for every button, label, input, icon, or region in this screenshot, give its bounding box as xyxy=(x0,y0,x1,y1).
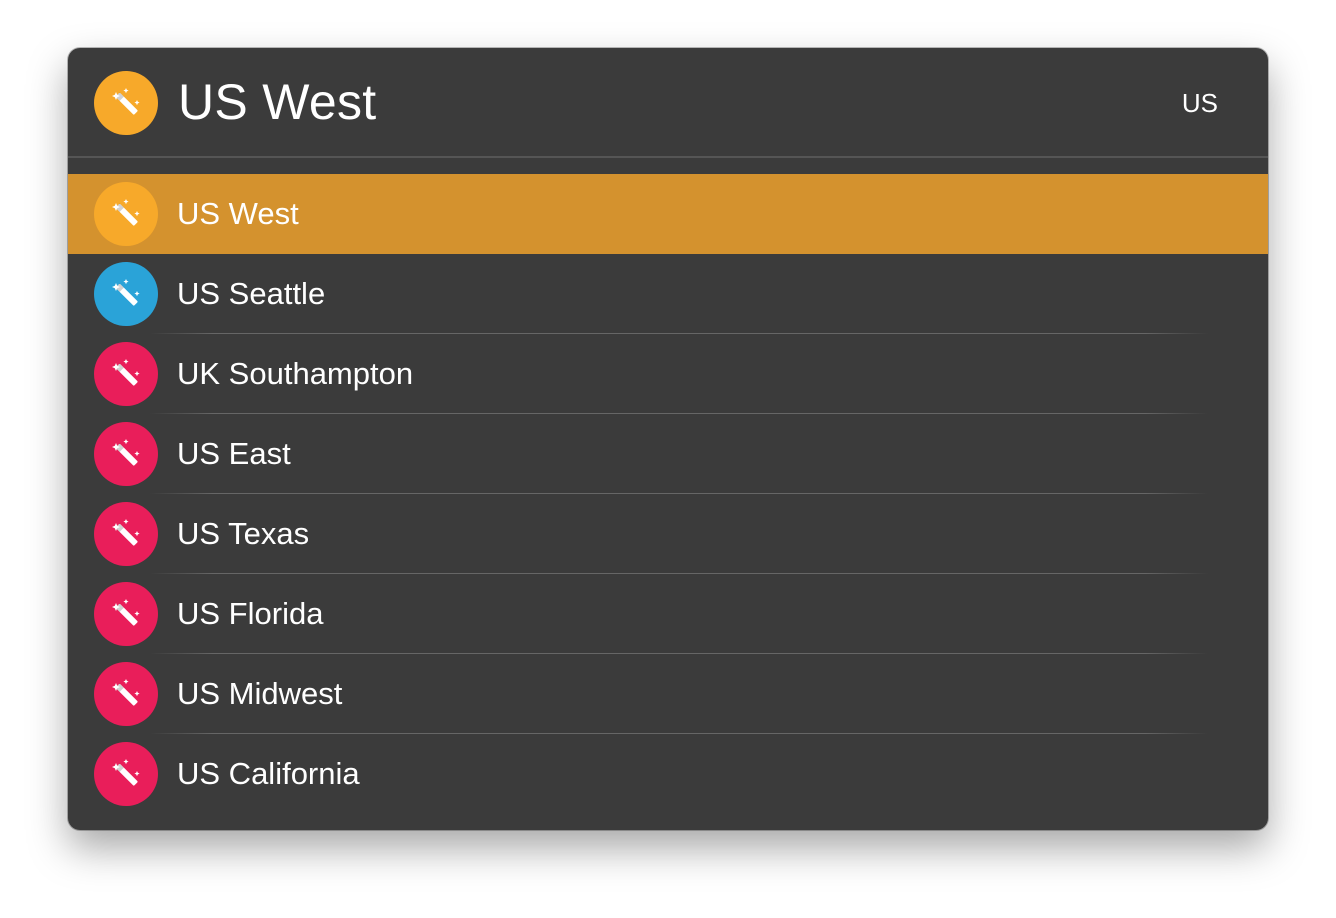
result-label: US Seattle xyxy=(177,276,326,311)
result-label: US East xyxy=(177,436,291,471)
result-row[interactable]: US East xyxy=(68,414,1268,494)
search-query-input[interactable]: US xyxy=(1182,86,1218,120)
magic-wand-icon xyxy=(94,262,158,326)
result-label: US Texas xyxy=(177,516,310,551)
result-row[interactable]: UK Southampton xyxy=(68,334,1268,414)
result-row[interactable]: US California xyxy=(68,734,1268,814)
result-row[interactable]: US Midwest xyxy=(68,654,1268,734)
result-label: US Midwest xyxy=(177,676,343,711)
result-label: UK Southampton xyxy=(177,356,414,391)
magic-wand-icon xyxy=(94,742,158,806)
result-row[interactable]: US Texas xyxy=(68,494,1268,574)
header-divider xyxy=(68,156,1268,158)
launcher-header: US West US xyxy=(68,48,1268,156)
magic-wand-icon xyxy=(94,71,158,135)
result-row[interactable]: US West xyxy=(68,174,1268,254)
result-label: US California xyxy=(177,756,360,791)
results-list: US West US Seattle UK Southampton US Eas… xyxy=(68,174,1268,814)
result-row[interactable]: US Seattle xyxy=(68,254,1268,334)
magic-wand-icon xyxy=(94,582,158,646)
magic-wand-icon xyxy=(94,342,158,406)
magic-wand-icon xyxy=(94,182,158,246)
selected-item-title: US West xyxy=(178,74,377,130)
result-label: US West xyxy=(177,196,299,231)
magic-wand-icon xyxy=(94,422,158,486)
launcher-window: US West US US West US Seattle UK Southam… xyxy=(68,48,1268,830)
magic-wand-icon xyxy=(94,502,158,566)
magic-wand-icon xyxy=(94,662,158,726)
result-row[interactable]: US Florida xyxy=(68,574,1268,654)
result-label: US Florida xyxy=(177,596,324,631)
